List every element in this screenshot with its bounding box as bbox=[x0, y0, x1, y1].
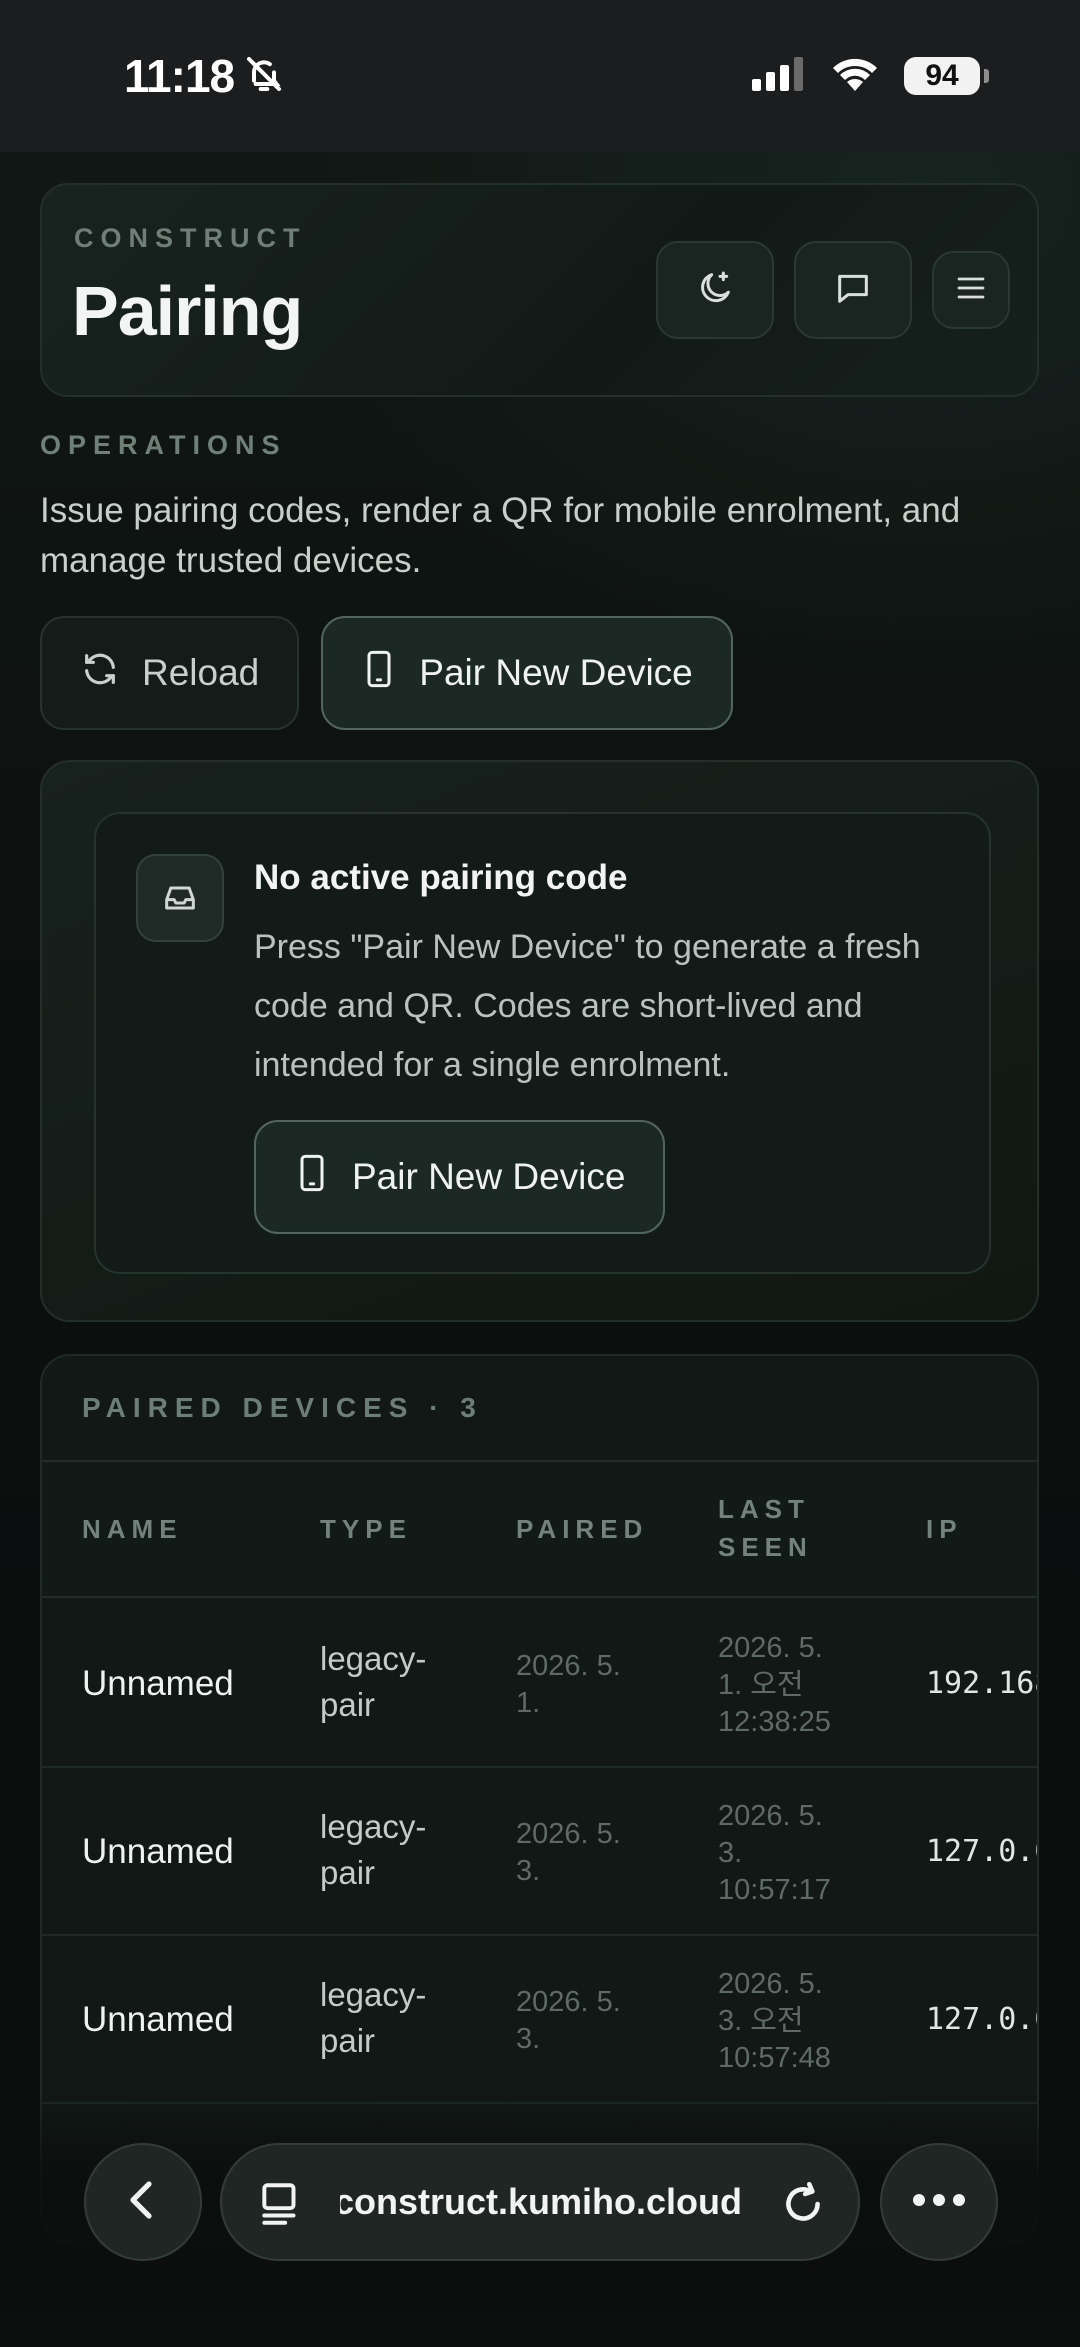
pair-new-device-button-secondary[interactable]: Pair New Device bbox=[254, 1120, 666, 1234]
device-type-line2: pair bbox=[320, 1686, 376, 1723]
device-type-line2: pair bbox=[320, 1854, 376, 1891]
column-header-last-seen: LAST SEEN bbox=[718, 1490, 813, 1566]
device-type: legacy- pair bbox=[320, 1972, 426, 2064]
status-bar: 11:18 94 bbox=[0, 0, 1080, 152]
device-type-line1: legacy- bbox=[320, 1808, 427, 1845]
signal-icon bbox=[752, 56, 806, 96]
table-row[interactable]: Unnamed legacy- pair 2026. 5. 3. 2026. 5… bbox=[42, 1768, 1037, 1936]
chat-button[interactable] bbox=[794, 241, 912, 339]
back-button[interactable] bbox=[84, 2143, 202, 2261]
section-description: Issue pairing codes, render a QR for mob… bbox=[40, 491, 961, 580]
column-header-ip: IP bbox=[926, 1514, 963, 1544]
device-type-line2: pair bbox=[320, 2022, 376, 2059]
device-last-seen-line2: 3. 오전 bbox=[718, 2005, 804, 2037]
device-last-seen-line1: 2026. 5. bbox=[718, 1968, 823, 2000]
reload-label: Reload bbox=[142, 652, 260, 693]
device-paired-line1: 2026. 5. bbox=[516, 1818, 621, 1850]
device-ip: 127.0.0.1 bbox=[926, 2002, 1037, 2037]
column-header-name: NAME bbox=[82, 1514, 183, 1544]
page-title: Pairing bbox=[72, 272, 303, 350]
device-paired: 2026. 5. 3. bbox=[516, 1984, 621, 2058]
table-header: NAME TYPE PAIRED LAST SEEN IP bbox=[42, 1460, 1037, 1598]
device-paired: 2026. 5. 1. bbox=[516, 1648, 621, 1722]
section-eyebrow: OPERATIONS bbox=[40, 430, 287, 460]
device-ip: 192.168.1.1 bbox=[926, 1666, 1037, 1701]
device-paired-line1: 2026. 5. bbox=[516, 1986, 621, 2018]
chevron-left-icon bbox=[119, 2176, 167, 2229]
device-last-seen-line2: 1. 오전 bbox=[718, 1669, 804, 1701]
moon-icon bbox=[695, 268, 735, 313]
column-header-paired: PAIRED bbox=[516, 1514, 649, 1544]
pair-new-device-label: Pair New Device bbox=[352, 1156, 626, 1197]
menu-button[interactable] bbox=[932, 251, 1010, 329]
inbox-icon bbox=[136, 854, 224, 942]
pair-new-device-button[interactable]: Pair New Device bbox=[321, 616, 733, 730]
refresh-icon bbox=[80, 649, 120, 698]
status-time: 11:18 bbox=[124, 50, 235, 102]
device-name: Unnamed bbox=[82, 1832, 234, 1871]
device-last-seen: 2026. 5. 1. 오전 12:38:25 bbox=[718, 1630, 831, 1741]
column-header-last-seen-line1: LAST bbox=[718, 1494, 810, 1524]
device-type-line1: legacy- bbox=[320, 1640, 427, 1677]
device-last-seen-line2: 3. bbox=[718, 1837, 743, 1869]
reload-button[interactable]: Reload bbox=[40, 616, 300, 730]
pair-new-device-label: Pair New Device bbox=[419, 652, 693, 693]
empty-state: No active pairing code Press "Pair New D… bbox=[94, 812, 991, 1274]
phone-icon bbox=[294, 1153, 330, 1202]
url-text: construct.kumiho.cloud bbox=[340, 2181, 740, 2222]
device-last-seen: 2026. 5. 3. 오전 10:57:48 bbox=[718, 1966, 831, 2077]
battery-indicator: 94 bbox=[904, 57, 989, 95]
app-eyebrow: CONSTRUCT bbox=[74, 223, 307, 253]
device-paired-line1: 2026. 5. bbox=[516, 1650, 621, 1682]
header-card: CONSTRUCT Pairing bbox=[40, 183, 1039, 397]
menu-icon bbox=[953, 270, 989, 311]
empty-state-body: Press "Pair New Device" to generate a fr… bbox=[254, 928, 921, 1084]
more-button[interactable] bbox=[880, 2143, 998, 2261]
device-paired: 2026. 5. 3. bbox=[516, 1816, 621, 1890]
more-icon bbox=[911, 2192, 967, 2213]
table-row[interactable]: Unnamed legacy- pair 2026. 5. 1. 2026. 5… bbox=[42, 1600, 1037, 1768]
device-name: Unnamed bbox=[82, 2000, 234, 2039]
device-paired-line2: 1. bbox=[516, 1687, 541, 1719]
column-header-type: TYPE bbox=[320, 1514, 412, 1544]
device-last-seen-line1: 2026. 5. bbox=[718, 1632, 823, 1664]
theme-toggle-button[interactable] bbox=[656, 241, 774, 339]
device-last-seen-line3: 12:38:25 bbox=[718, 1706, 831, 1738]
column-header-last-seen-line2: SEEN bbox=[718, 1532, 813, 1562]
pairing-code-panel: No active pairing code Press "Pair New D… bbox=[40, 760, 1039, 1322]
device-last-seen-line3: 10:57:48 bbox=[718, 2042, 831, 2074]
device-last-seen-line1: 2026. 5. bbox=[718, 1800, 823, 1832]
device-type: legacy- pair bbox=[320, 1804, 426, 1896]
device-type: legacy- pair bbox=[320, 1636, 426, 1728]
url-field[interactable]: construct.kumiho.cloud bbox=[340, 2145, 740, 2259]
device-name: Unnamed bbox=[82, 1664, 234, 1703]
wifi-icon bbox=[830, 55, 880, 98]
phone-icon bbox=[361, 649, 397, 698]
action-row: Reload Pair New Device bbox=[40, 616, 733, 730]
chat-icon bbox=[833, 268, 873, 313]
device-paired-line2: 3. bbox=[516, 1855, 541, 1887]
table-row[interactable]: Unnamed legacy- pair 2026. 5. 3. 2026. 5… bbox=[42, 1936, 1037, 2104]
device-last-seen-line3: 10:57:17 bbox=[718, 1874, 831, 1906]
tabs-icon bbox=[256, 2178, 306, 2235]
address-bar[interactable]: construct.kumiho.cloud bbox=[220, 2143, 860, 2261]
page: { "status_bar": { "time": "11:18", "batt… bbox=[0, 0, 1080, 2347]
empty-state-title: No active pairing code bbox=[254, 858, 628, 897]
device-ip: 127.0.0.1 bbox=[926, 1834, 1037, 1869]
reload-icon[interactable] bbox=[778, 2178, 828, 2235]
device-paired-line2: 3. bbox=[516, 2023, 541, 2055]
device-type-line1: legacy- bbox=[320, 1976, 427, 2013]
bell-slash-icon bbox=[244, 54, 284, 99]
device-last-seen: 2026. 5. 3. 10:57:17 bbox=[718, 1798, 831, 1909]
table-title: PAIRED DEVICES · 3 bbox=[82, 1392, 483, 1423]
